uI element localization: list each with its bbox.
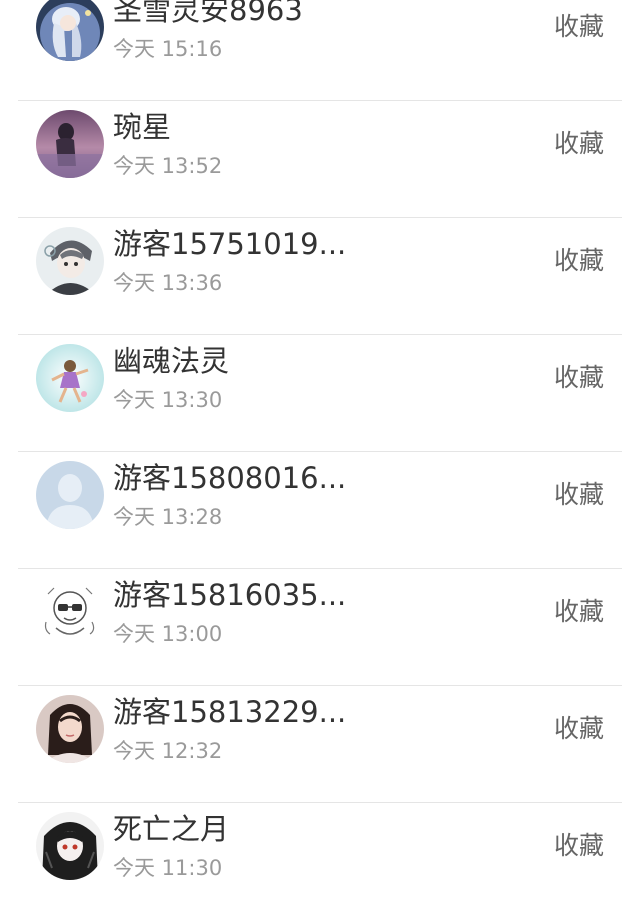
username: 琬星 (113, 110, 172, 144)
username: 圣雪灵安8963 (113, 0, 303, 27)
username: 游客15751019... (113, 227, 347, 261)
timestamp: 今天 12:32 (113, 739, 223, 763)
favorite-button[interactable]: 收藏 (554, 10, 604, 44)
list-item[interactable]: 圣雪灵安8963 今天 15:16 收藏 (0, 0, 640, 101)
anime-girl-avatar-icon[interactable] (36, 0, 104, 61)
timestamp: 今天 13:28 (113, 505, 223, 529)
list-item[interactable]: 游客15813229... 今天 12:32 收藏 (0, 686, 640, 803)
dark-anime-avatar-icon[interactable] (36, 812, 104, 880)
username: 死亡之月 (113, 812, 230, 846)
list-item[interactable]: 琬星 今天 13:52 收藏 (0, 101, 640, 218)
anime-boy-avatar-icon[interactable] (36, 227, 104, 295)
favorite-button[interactable]: 收藏 (554, 829, 604, 863)
favorite-button[interactable]: 收藏 (554, 244, 604, 278)
list-item[interactable]: 死亡之月 今天 11:30 收藏 (0, 803, 640, 915)
timestamp: 今天 13:00 (113, 622, 223, 646)
favorite-button[interactable]: 收藏 (554, 595, 604, 629)
default-user-avatar-icon[interactable] (36, 461, 104, 529)
woman-portrait-avatar-icon[interactable] (36, 695, 104, 763)
favorite-button[interactable]: 收藏 (554, 127, 604, 161)
sketch-character-avatar-icon[interactable] (36, 578, 104, 646)
list-item[interactable]: 幽魂法灵 今天 13:30 收藏 (0, 335, 640, 452)
username: 游客15816035... (113, 578, 347, 612)
dancing-figure-avatar-icon[interactable] (36, 344, 104, 412)
sunset-silhouette-avatar-icon[interactable] (36, 110, 104, 178)
timestamp: 今天 13:30 (113, 388, 223, 412)
timestamp: 今天 11:30 (113, 856, 223, 880)
user-list: 圣雪灵安8963 今天 15:16 收藏 琬星 今天 13:52 收藏 游客15… (0, 0, 640, 915)
timestamp: 今天 13:52 (113, 154, 223, 178)
timestamp: 今天 15:16 (113, 37, 223, 61)
favorite-button[interactable]: 收藏 (554, 712, 604, 746)
favorite-button[interactable]: 收藏 (554, 361, 604, 395)
username: 游客15813229... (113, 695, 347, 729)
username: 游客15808016... (113, 461, 347, 495)
list-item[interactable]: 游客15816035... 今天 13:00 收藏 (0, 569, 640, 686)
username: 幽魂法灵 (113, 344, 230, 378)
timestamp: 今天 13:36 (113, 271, 223, 295)
list-item[interactable]: 游客15808016... 今天 13:28 收藏 (0, 452, 640, 569)
list-item[interactable]: 游客15751019... 今天 13:36 收藏 (0, 218, 640, 335)
favorite-button[interactable]: 收藏 (554, 478, 604, 512)
